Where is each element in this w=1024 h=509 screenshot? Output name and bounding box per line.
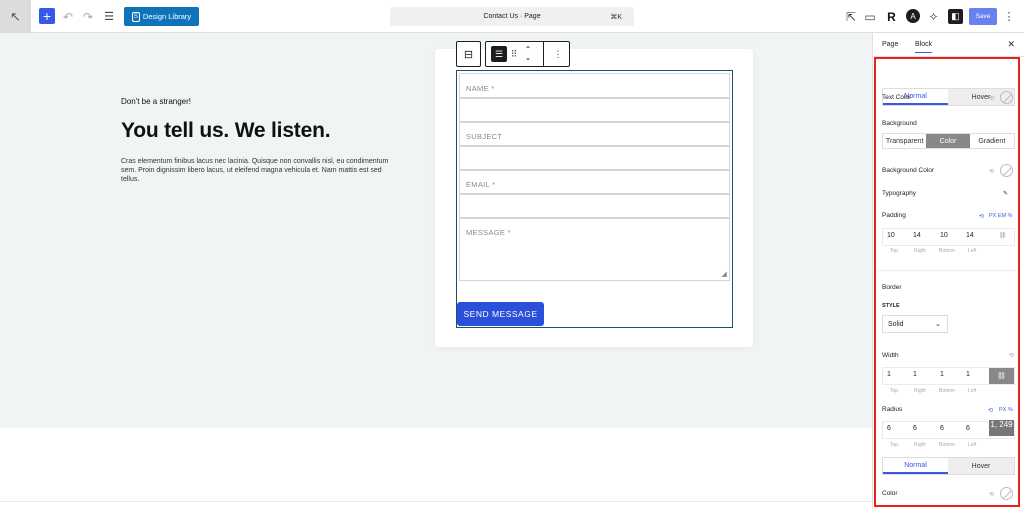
page-title: Contact Us · Page [483, 13, 541, 20]
add-block-button[interactable]: + [39, 8, 55, 24]
astra-icon[interactable]: A [906, 9, 920, 23]
back-arrow-icon[interactable]: ↖ [0, 0, 31, 33]
close-icon[interactable]: ✕ [1007, 39, 1015, 50]
design-library-button[interactable]: S Design Library [124, 7, 199, 26]
block-options-icon[interactable]: ⋮ [552, 49, 564, 60]
toolbar-divider [543, 41, 544, 67]
design-library-label: Design Library [142, 12, 192, 21]
external-link-icon[interactable]: ⇱ [845, 8, 857, 25]
move-up-down-icon[interactable]: ⌃ ⌄ [521, 46, 535, 62]
save-button[interactable]: Save [969, 8, 997, 25]
name-field[interactable]: NAME * [459, 73, 730, 99]
send-message-button[interactable]: SEND MESSAGE [457, 302, 544, 326]
shortcut-hint: ⌘K [610, 13, 622, 21]
email-field[interactable]: EMAIL * [459, 169, 730, 195]
command-palette-bar[interactable]: Contact Us · Page ⌘K [390, 7, 634, 26]
editor-top-bar: ↖ + ↶ ↷ ☰ S Design Library Contact Us · … [0, 0, 1024, 33]
device-preview-icon[interactable]: ▭ [864, 8, 876, 25]
tagline[interactable]: Don't be a stranger! [121, 97, 191, 106]
contact-form[interactable]: NAME * SUBJECT EMAIL * MESSAGE * ◢ [456, 70, 733, 328]
subject-input[interactable] [459, 145, 730, 171]
resize-grip-icon[interactable]: ◢ [721, 271, 727, 278]
options-menu-icon[interactable]: ⋮ [1004, 8, 1015, 25]
canvas-below-area [0, 428, 872, 509]
redo-icon[interactable]: ↷ [82, 8, 94, 25]
email-input[interactable] [459, 193, 730, 219]
design-library-icon: S [131, 11, 140, 22]
message-placeholder: MESSAGE * [466, 228, 511, 237]
plugin-r-icon[interactable]: R [885, 8, 898, 25]
name-input[interactable] [459, 97, 730, 123]
form-block-icon[interactable]: ☰ [491, 46, 507, 62]
document-overview-icon[interactable]: ☰ [102, 8, 116, 25]
divider [0, 501, 872, 502]
block-toolbar: ☰ ⠿ ⌃ ⌄ ⋮ [485, 41, 570, 67]
subject-field[interactable]: SUBJECT [459, 121, 730, 147]
headline[interactable]: You tell us. We listen. [121, 119, 331, 143]
tab-block[interactable]: Block [915, 41, 933, 53]
drag-handle-icon[interactable]: ⠿ [507, 49, 521, 60]
sidebar-tabs: Page Block ✕ [873, 33, 1024, 57]
highlight-box [874, 57, 1020, 507]
undo-icon[interactable]: ↶ [62, 8, 74, 25]
message-textarea[interactable]: MESSAGE * ◢ [459, 217, 730, 281]
tab-page[interactable]: Page [882, 41, 898, 48]
parent-block-toolbar: ⊟ [456, 41, 481, 67]
container-block-icon[interactable]: ⊟ [457, 48, 480, 61]
settings-sidebar-icon[interactable]: ◧ [948, 9, 963, 24]
ai-sparkle-icon[interactable]: ✧ [927, 8, 940, 25]
intro-paragraph[interactable]: Cras elementum finibus lacus nec lacinia… [121, 157, 389, 184]
